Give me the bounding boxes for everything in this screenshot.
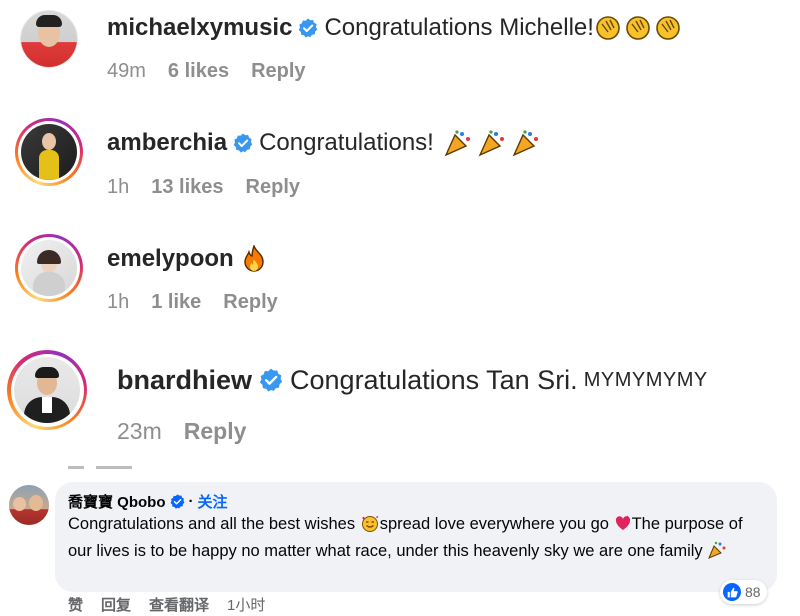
fb-comment-actions: 赞 回复 查看翻译 1小时 bbox=[68, 594, 265, 615]
smiling-face-with-hearts-icon bbox=[360, 514, 380, 539]
verified-badge-icon bbox=[170, 494, 185, 509]
heart-icon bbox=[614, 514, 632, 539]
comment-row-4: bnardhiew Congratulations Tan Sri. MYMYM… bbox=[117, 362, 708, 398]
timestamp: 49m bbox=[107, 60, 146, 82]
likes-count[interactable]: 6 likes bbox=[168, 60, 229, 83]
avatar-qbobo[interactable] bbox=[9, 485, 49, 525]
username[interactable]: emelypoon bbox=[107, 245, 234, 273]
follow-button[interactable]: 关注 bbox=[198, 491, 228, 512]
username[interactable]: amberchia bbox=[107, 129, 227, 157]
avatar-emelypoon[interactable] bbox=[15, 234, 83, 302]
like-button[interactable]: 赞 bbox=[68, 594, 83, 615]
verified-badge-icon bbox=[259, 368, 283, 392]
reaction-summary[interactable]: 88 bbox=[720, 580, 767, 604]
fb-author-name[interactable]: 喬寶寶 Qbobo bbox=[68, 491, 166, 512]
separator-dot: · bbox=[188, 493, 194, 510]
party-popper-icon bbox=[707, 541, 727, 566]
avatar-michaelxymusic[interactable] bbox=[20, 10, 78, 68]
verified-badge-icon bbox=[298, 18, 318, 38]
timestamp: 1小时 bbox=[227, 597, 266, 614]
reply-button[interactable]: 回复 bbox=[101, 594, 131, 615]
reply-button[interactable]: Reply bbox=[184, 418, 247, 445]
reply-button[interactable]: Reply bbox=[251, 60, 305, 83]
reply-button[interactable]: Reply bbox=[246, 176, 300, 199]
clapping-hands-icon bbox=[594, 14, 684, 42]
reply-button[interactable]: Reply bbox=[223, 291, 277, 314]
verified-badge-icon bbox=[233, 133, 253, 153]
timestamp: 1h bbox=[107, 176, 130, 198]
comment-meta-1: 49m 6 likes Reply bbox=[107, 60, 306, 83]
avatar-bnardhiew[interactable] bbox=[7, 350, 87, 430]
fb-text-part-1: Congratulations and all the best wishes bbox=[68, 515, 360, 533]
like-reaction-icon bbox=[723, 583, 741, 601]
comment-meta-4: 23m Reply bbox=[117, 418, 246, 445]
fb-comment-text: Congratulations and all the best wishes … bbox=[68, 512, 768, 566]
comment-row-3: emelypoon bbox=[107, 243, 266, 275]
avatar-amberchia[interactable] bbox=[15, 118, 83, 186]
fire-icon bbox=[242, 245, 266, 273]
fb-comment-header: 喬寶寶 Qbobo · 关注 bbox=[68, 491, 228, 512]
translate-button[interactable]: 查看翻译 bbox=[149, 594, 209, 615]
likes-count[interactable]: 1 like bbox=[151, 291, 201, 314]
comment-meta-3: 1h 1 like Reply bbox=[107, 291, 278, 314]
likes-count[interactable]: 13 likes bbox=[151, 176, 223, 199]
fb-text-part-2: spread love everywhere you go bbox=[379, 515, 614, 533]
username[interactable]: michaelxymusic bbox=[107, 14, 292, 42]
comment-text: Congratulations! bbox=[259, 129, 434, 156]
comment-text: Congratulations Michelle! bbox=[324, 14, 594, 41]
party-popper-icon bbox=[444, 129, 540, 157]
timestamp: 23m bbox=[117, 418, 162, 444]
comment-meta-2: 1h 13 likes Reply bbox=[107, 176, 300, 199]
comment-text: Congratulations Tan Sri. bbox=[290, 364, 578, 395]
clipped-text-remnant bbox=[66, 462, 146, 470]
comment-suffix-text: MYMYMYMY bbox=[583, 368, 708, 391]
comment-row-1: michaelxymusic Congratulations Michelle! bbox=[107, 12, 684, 44]
reaction-count: 88 bbox=[745, 584, 761, 600]
comment-row-2: amberchia Congratulations! bbox=[107, 127, 540, 159]
timestamp: 1h bbox=[107, 291, 130, 313]
fb-comment-bubble: 喬寶寶 Qbobo · 关注 Congratulations and all t… bbox=[55, 482, 777, 592]
username[interactable]: bnardhiew bbox=[117, 365, 252, 396]
